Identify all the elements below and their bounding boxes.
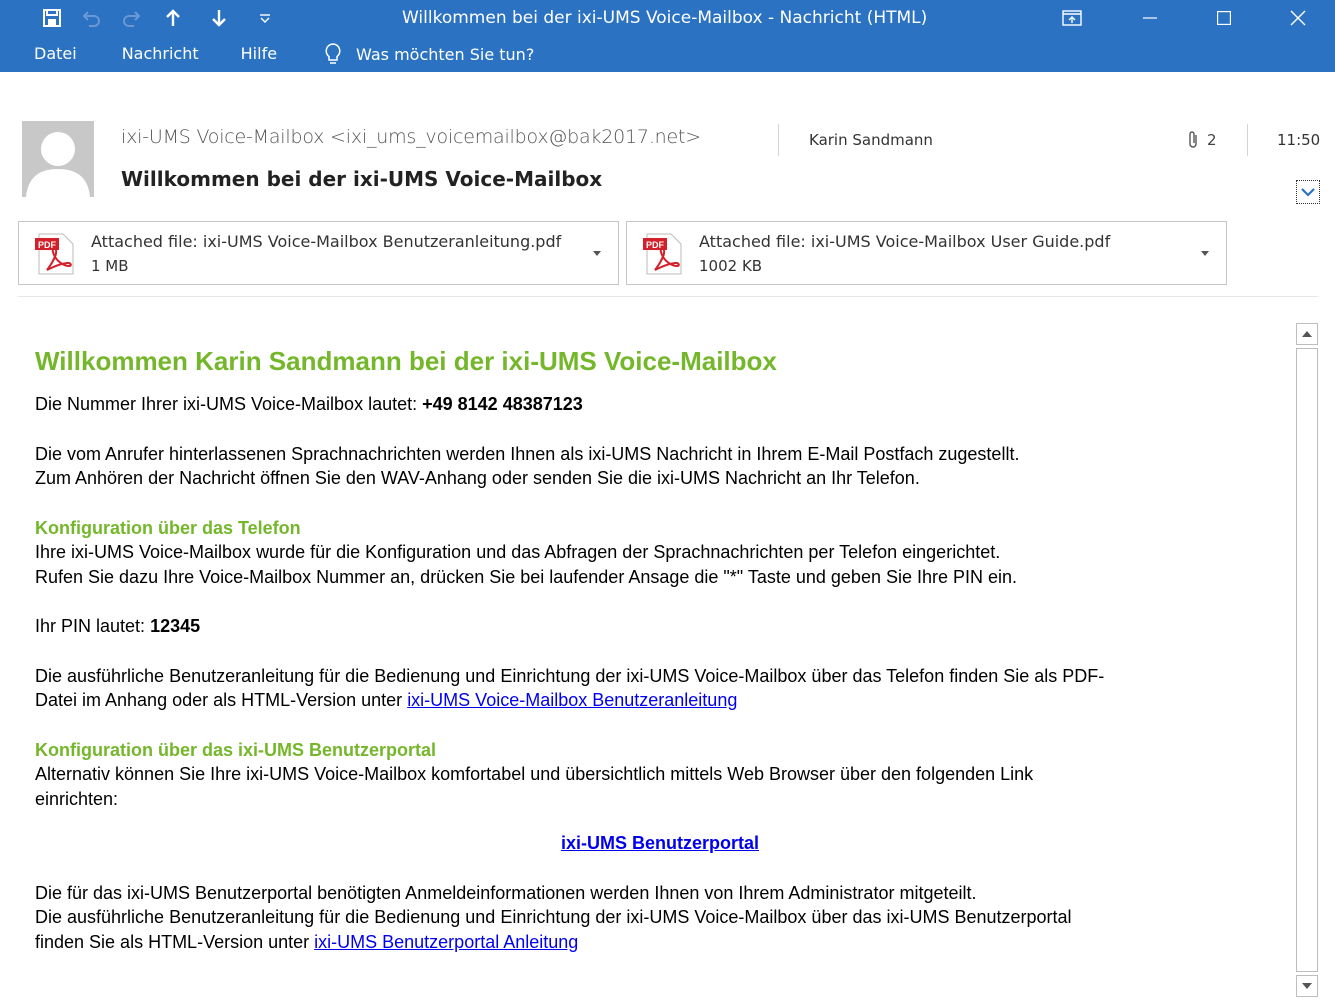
- scroll-down-button[interactable]: [1296, 975, 1318, 997]
- scroll-up-button[interactable]: [1296, 323, 1318, 345]
- voice-mailbox-manual-link[interactable]: ixi-UMS Voice-Mailbox Benutzeranleitung: [407, 690, 737, 710]
- intro-line: Zum Anhören der Nachricht öffnen Sie den…: [35, 468, 920, 488]
- chevron-down-icon: [1301, 188, 1315, 197]
- welcome-heading: Willkommen Karin Sandmann bei der ixi-UM…: [35, 346, 777, 376]
- attachment-item[interactable]: PDF Attached file: ixi-UMS Voice-Mailbox…: [18, 221, 619, 285]
- save-icon: [43, 9, 61, 27]
- lightbulb-icon: [324, 43, 342, 65]
- minimize-button[interactable]: [1113, 0, 1187, 36]
- tell-me-label: Was möchten Sie tun?: [356, 44, 535, 64]
- arrow-up-icon: [166, 9, 180, 26]
- received-time: 11:50: [1277, 131, 1321, 149]
- message-subject: Willkommen bei der ixi-UMS Voice-Mailbox: [121, 167, 603, 191]
- attachment-count-value: 2: [1207, 131, 1217, 149]
- attachment-name: Attached file: ixi-UMS Voice-Mailbox Ben…: [91, 232, 562, 251]
- intro-paragraph: Die vom Anrufer hinterlassenen Sprachnac…: [35, 442, 1285, 491]
- user-portal-link[interactable]: ixi-UMS Benutzerportal: [561, 833, 759, 853]
- portal-config-line: Alternativ können Sie Ihre ixi-UMS Voice…: [35, 764, 1034, 784]
- ribbon-menu: Datei Nachricht Hilfe Was möchten Sie tu…: [0, 36, 534, 72]
- phone-config-section: Konfiguration über das Telefon Ihre ixi-…: [35, 516, 1285, 590]
- manual-paragraph: Die ausführliche Benutzeranleitung für d…: [35, 664, 1285, 713]
- attachment-dropdown-button[interactable]: [590, 246, 604, 260]
- redo-button[interactable]: [114, 0, 150, 36]
- arrow-down-icon: [212, 10, 226, 27]
- ribbon-display-icon: [1062, 10, 1082, 26]
- manual-line: Datei im Anhang oder als HTML-Version un…: [35, 688, 1285, 713]
- maximize-button[interactable]: [1187, 0, 1261, 36]
- ribbon-display-options-button[interactable]: [1037, 0, 1107, 36]
- attachment-size: 1 MB: [91, 257, 129, 275]
- phone-config-heading: Konfiguration über das Telefon: [35, 517, 301, 538]
- vertical-scrollbar[interactable]: [1294, 321, 1320, 999]
- message-body: Willkommen Karin Sandmann bei der ixi-UM…: [35, 346, 1285, 954]
- pdf-file-icon: PDF: [35, 233, 74, 275]
- pin-label: Ihr PIN lautet:: [35, 616, 151, 636]
- phone-config-line: Ihre ixi-UMS Voice-Mailbox wurde für die…: [35, 542, 1001, 562]
- portal-config-heading: Konfiguration über das ixi-UMS Benutzerp…: [35, 739, 437, 760]
- title-row: Willkommen bei der ixi-UMS Voice-Mailbox…: [0, 0, 1335, 36]
- scroll-up-icon: [1302, 331, 1312, 337]
- previous-item-button[interactable]: [150, 0, 196, 36]
- title-bar: Willkommen bei der ixi-UMS Voice-Mailbox…: [0, 0, 1335, 72]
- customize-qat-button[interactable]: [242, 0, 288, 36]
- person-icon: [22, 121, 94, 197]
- minimize-icon: [1143, 17, 1157, 19]
- intro-line: Die vom Anrufer hinterlassenen Sprachnac…: [35, 443, 1020, 464]
- mailbox-number-paragraph: Die Nummer Ihrer ixi-UMS Voice-Mailbox l…: [35, 392, 1285, 417]
- save-button[interactable]: [36, 0, 68, 36]
- pdf-file-icon: PDF: [643, 233, 682, 275]
- customize-qat-icon: [260, 14, 270, 23]
- recipient-name[interactable]: Karin Sandmann: [809, 131, 933, 149]
- caret-down-icon: [1201, 250, 1209, 256]
- footer-line: Die ausführliche Benutzeranleitung für d…: [35, 907, 1072, 927]
- mailbox-number-label: Die Nummer Ihrer ixi-UMS Voice-Mailbox l…: [35, 394, 423, 414]
- attachment-name: Attached file: ixi-UMS Voice-Mailbox Use…: [699, 232, 1111, 251]
- mailbox-number-value: +49 8142 48387123: [422, 394, 583, 414]
- paperclip-icon: [1189, 131, 1197, 148]
- manual-line: Die ausführliche Benutzeranleitung für d…: [35, 665, 1105, 686]
- scroll-down-icon: [1302, 983, 1312, 989]
- phone-config-line: Rufen Sie dazu Ihre Voice-Mailbox Nummer…: [35, 566, 1018, 587]
- footer-line-prefix: finden Sie als HTML-Version unter: [35, 931, 315, 952]
- attachment-dropdown-button[interactable]: [1198, 246, 1212, 260]
- manual-line-prefix: Datei im Anhang oder als HTML-Version un…: [35, 690, 408, 710]
- menu-datei[interactable]: Datei: [0, 36, 101, 72]
- header-divider: [778, 124, 779, 156]
- undo-icon: [82, 11, 100, 27]
- caret-down-icon: [593, 250, 601, 256]
- window-title: Willkommen bei der ixi-UMS Voice-Mailbox…: [402, 8, 928, 28]
- footer-line: finden Sie als HTML-Version unter ixi-UM…: [35, 930, 1285, 955]
- header-divider: [1247, 124, 1248, 156]
- scrollbar-track[interactable]: [1296, 348, 1318, 972]
- attachment-size: 1002 KB: [699, 257, 763, 275]
- attachment-count: 2: [1187, 130, 1217, 150]
- footer-paragraph: Die für das ixi-UMS Benutzerportal benöt…: [35, 881, 1285, 955]
- window-controls: [1037, 0, 1335, 36]
- portal-config-line: einrichten:: [35, 788, 119, 809]
- undo-button[interactable]: [68, 0, 114, 36]
- maximize-icon: [1217, 11, 1231, 25]
- next-item-button[interactable]: [196, 0, 242, 36]
- attachment-item[interactable]: PDF Attached file: ixi-UMS Voice-Mailbox…: [626, 221, 1227, 285]
- sender-avatar: [22, 121, 94, 197]
- portal-link-container: ixi-UMS Benutzerportal: [35, 831, 1285, 856]
- tell-me-search[interactable]: Was möchten Sie tun?: [298, 36, 534, 72]
- redo-icon: [123, 11, 141, 27]
- portal-config-section: Konfiguration über das ixi-UMS Benutzerp…: [35, 738, 1285, 812]
- footer-line: Die für das ixi-UMS Benutzerportal benöt…: [35, 882, 977, 903]
- close-icon: [1290, 10, 1306, 26]
- menu-hilfe[interactable]: Hilfe: [220, 36, 298, 72]
- quick-access-toolbar: [0, 0, 288, 36]
- sender-address[interactable]: ixi-UMS Voice-Mailbox <ixi_ums_voicemail…: [121, 126, 701, 148]
- close-button[interactable]: [1261, 0, 1335, 36]
- user-portal-manual-link[interactable]: ixi-UMS Benutzerportal Anleitung: [314, 932, 578, 952]
- menu-nachricht[interactable]: Nachricht: [101, 36, 220, 72]
- pin-value: 12345: [150, 616, 201, 636]
- header-body-divider: [18, 296, 1318, 297]
- pin-paragraph: Ihr PIN lautet: 12345: [35, 614, 1285, 639]
- expand-header-button[interactable]: [1296, 180, 1320, 204]
